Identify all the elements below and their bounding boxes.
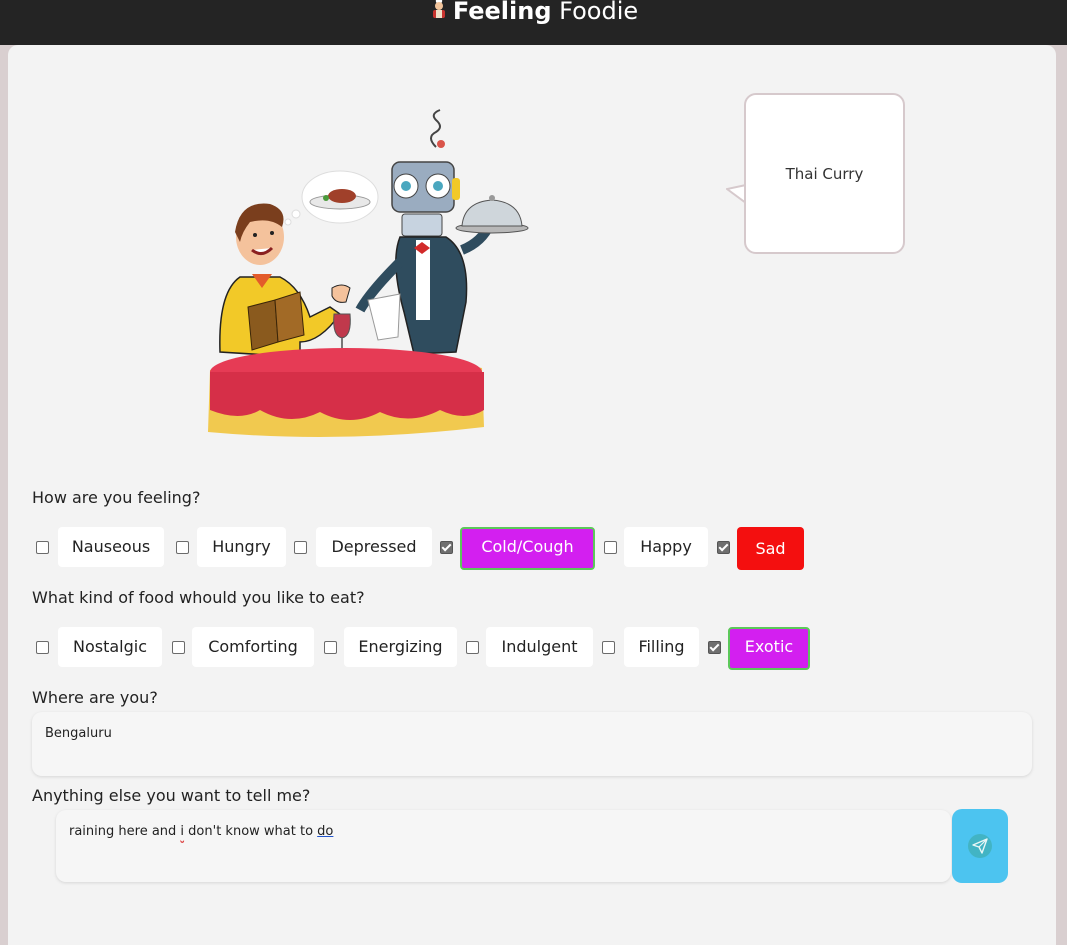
checkbox-hungry[interactable]	[176, 541, 189, 554]
app-brand: Feeling Foodie	[0, 0, 1067, 29]
notes-text-1: raining here and	[69, 824, 181, 839]
chip-depressed[interactable]: Depressed	[316, 527, 432, 567]
location-input[interactable]: Bengaluru	[32, 712, 1032, 776]
brand-title-rest: Foodie	[559, 0, 639, 25]
checkbox-depressed[interactable]	[294, 541, 307, 554]
chip-nostalgic[interactable]: Nostalgic	[58, 627, 162, 667]
checkbox-nauseous[interactable]	[36, 541, 49, 554]
checkbox-filling[interactable]	[602, 641, 615, 654]
suggestion-text: Thai Curry	[785, 164, 864, 183]
chip-comforting[interactable]: Comforting	[192, 627, 314, 667]
top-bar: Feeling Foodie	[0, 0, 1067, 45]
chip-cold-cough[interactable]: Cold/Cough	[460, 527, 595, 570]
checkbox-energizing[interactable]	[324, 641, 337, 654]
location-value: Bengaluru	[45, 726, 112, 741]
chip-nauseous[interactable]: Nauseous	[58, 527, 164, 567]
chip-energizing[interactable]: Energizing	[344, 627, 457, 667]
checkbox-exotic[interactable]	[708, 641, 721, 654]
suggestion-bubble: Thai Curry	[744, 93, 905, 254]
notes-text-2: don't know what to	[184, 824, 318, 839]
chip-happy[interactable]: Happy	[624, 527, 708, 567]
checkbox-indulgent[interactable]	[466, 641, 479, 654]
notes-textarea[interactable]: raining here and i don't know what to do	[56, 810, 951, 882]
checkbox-cold-cough[interactable]	[440, 541, 453, 554]
chip-sad[interactable]: Sad	[737, 527, 804, 570]
chip-hungry[interactable]: Hungry	[197, 527, 286, 567]
brand-title-bold: Feeling	[452, 0, 552, 25]
checkbox-comforting[interactable]	[172, 641, 185, 654]
send-button[interactable]	[952, 809, 1008, 883]
chef-icon	[429, 0, 449, 29]
feeling-question: How are you feeling?	[32, 488, 201, 507]
checkbox-sad[interactable]	[717, 541, 730, 554]
notes-text-underlined: do	[317, 824, 334, 839]
chip-indulgent[interactable]: Indulgent	[486, 627, 593, 667]
restaurant-robot-waiter-illustration	[200, 92, 540, 442]
food-question: What kind of food whould you like to eat…	[32, 588, 365, 607]
location-question: Where are you?	[32, 688, 158, 707]
notes-question: Anything else you want to tell me?	[32, 786, 311, 805]
chip-exotic[interactable]: Exotic	[728, 627, 810, 670]
chip-filling[interactable]: Filling	[624, 627, 699, 667]
send-icon	[968, 834, 992, 858]
checkbox-happy[interactable]	[604, 541, 617, 554]
checkbox-nostalgic[interactable]	[36, 641, 49, 654]
